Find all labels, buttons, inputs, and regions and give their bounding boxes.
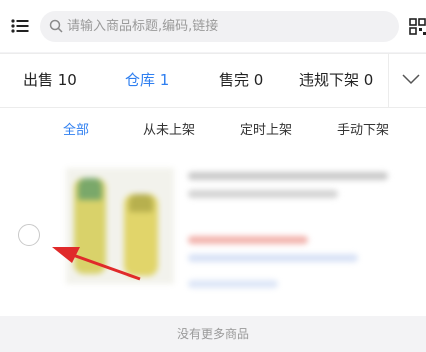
product-meta-blur [188, 254, 358, 262]
subtab-all[interactable]: 全部 [63, 108, 89, 156]
no-more-items: 没有更多商品 [176, 327, 249, 341]
search-box[interactable] [40, 11, 399, 42]
subtab-scheduled[interactable]: 定时上架 [240, 108, 292, 156]
bottle-shape [124, 194, 158, 276]
menu-icon[interactable] [11, 19, 29, 33]
chevron-down-icon[interactable] [401, 72, 421, 86]
tab-warehouse[interactable]: 仓库 1 [125, 54, 169, 107]
subtab-manually-removed[interactable]: 手动下架 [337, 108, 389, 156]
subtab-never-listed[interactable]: 从未上架 [143, 108, 195, 156]
tab-on-sale[interactable]: 出售 10 [23, 54, 77, 107]
status-tabs: 出售 10 仓库 1 售完 0 违规下架 0 [0, 53, 426, 108]
product-meta-blur [188, 280, 278, 288]
product-title-blur [188, 190, 338, 198]
bottle-shape [74, 178, 106, 274]
product-image[interactable] [66, 168, 174, 284]
product-price-blur [188, 236, 308, 244]
select-radio[interactable] [18, 224, 40, 246]
tab-divider [388, 54, 389, 107]
tab-violation-removed[interactable]: 违规下架 0 [299, 54, 373, 107]
search-input[interactable] [67, 11, 387, 42]
scan-icon[interactable] [409, 18, 426, 35]
filter-tabs: 全部 从未上架 定时上架 手动下架 [0, 108, 426, 156]
tab-sold-out[interactable]: 售完 0 [219, 54, 263, 107]
search-icon [49, 19, 63, 33]
product-title-blur [188, 172, 388, 180]
top-bar [0, 0, 426, 52]
